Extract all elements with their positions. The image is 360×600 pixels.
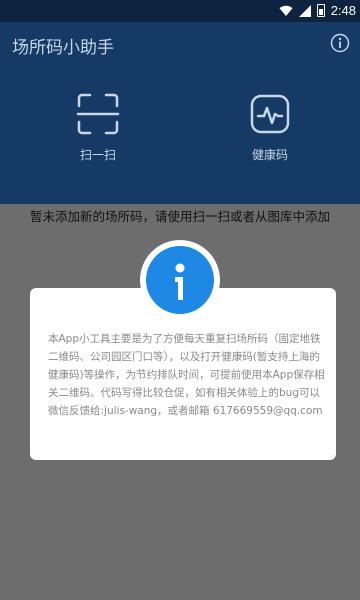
dialog-icon-badge — [140, 240, 220, 320]
status-time: 2:48 — [330, 3, 356, 18]
dialog-body: 本App小工具主要是为了方便每天重复扫场所码（固定地铁二维码、公司园区门口等），… — [48, 333, 325, 417]
info-circle-icon[interactable] — [330, 33, 350, 53]
battery-icon — [316, 4, 325, 17]
actions-panel: 扫一扫 健康码 — [0, 66, 360, 204]
status-bar: 2:48 — [0, 0, 360, 22]
status-icons: 2:48 — [279, 3, 356, 18]
health-code-icon — [250, 94, 290, 134]
wifi-icon — [279, 5, 293, 16]
signal-icon — [298, 4, 311, 17]
scan-button[interactable]: 扫一扫 — [58, 92, 138, 163]
scan-label: 扫一扫 — [79, 148, 116, 162]
app-bar: 场所码小助手 — [0, 22, 360, 66]
app-title: 场所码小助手 — [12, 38, 114, 58]
info-icon — [146, 246, 214, 314]
empty-state-message: 暂未添加新的场所码，请使用扫一扫或者从图库中添加 — [29, 209, 330, 224]
health-code-label: 健康码 — [251, 148, 288, 162]
health-code-button[interactable]: 健康码 — [230, 92, 310, 163]
scan-icon — [76, 93, 120, 135]
